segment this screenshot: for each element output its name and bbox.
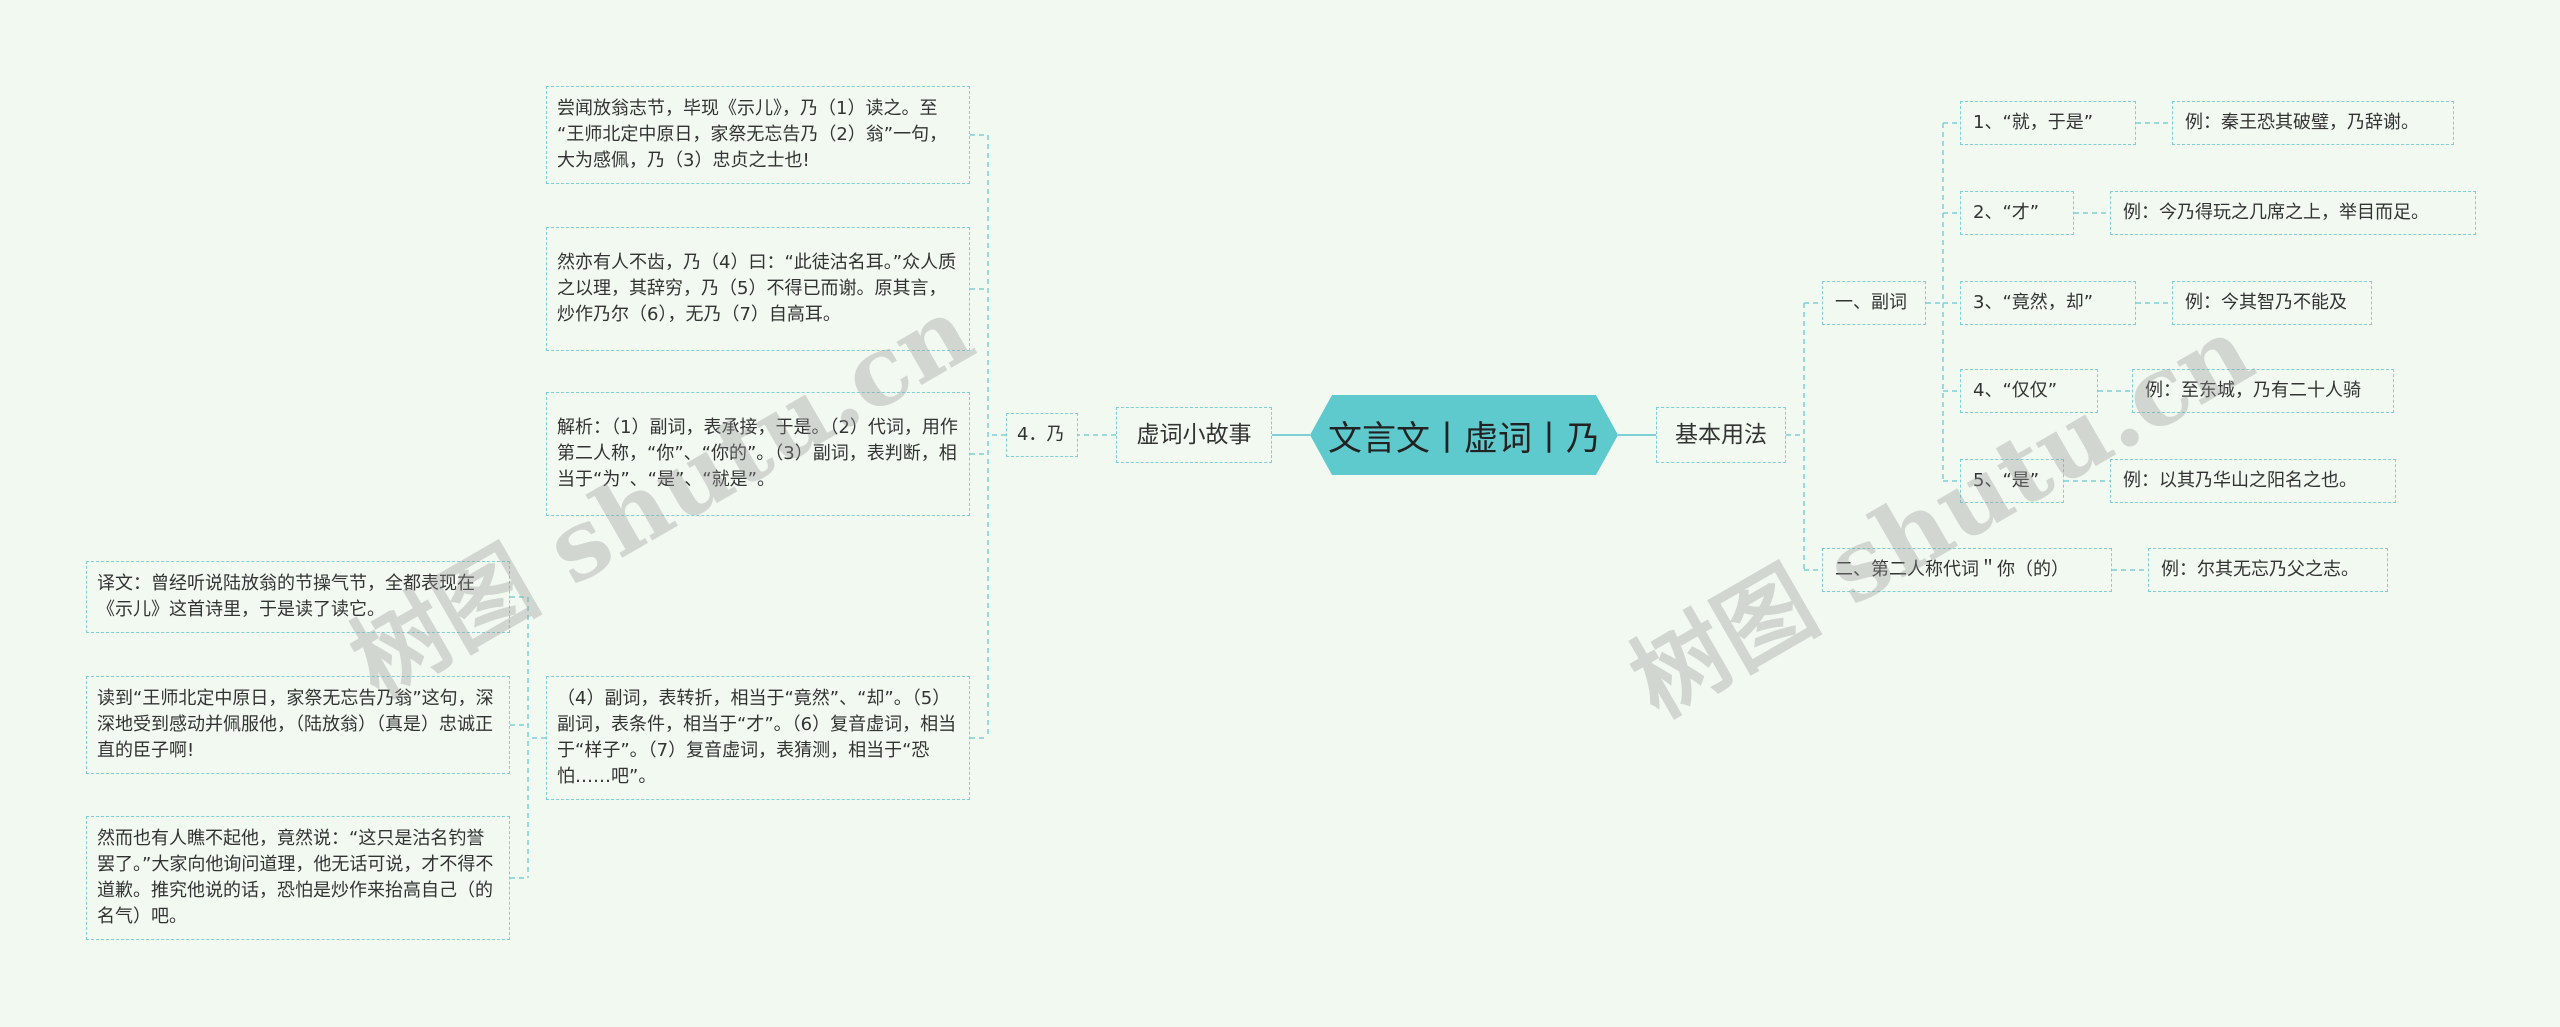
usage-item-3-label: 3、“竟然，却” <box>1973 292 2094 313</box>
story-text-2-label: 然亦有人不齿，乃（4）曰：“此徒沽名耳。”众人质之以理，其辞穷，乃（5）不得已而… <box>557 252 957 325</box>
mindmap-canvas: 文言文丨虚词丨乃 虚词小故事 4．乃 尝闻放翁志节，毕现《示儿》，乃（1）读之。… <box>0 0 2560 1027</box>
branch-usage-node[interactable]: 基本用法 <box>1656 407 1786 463</box>
translation-1-label: 译文：曾经听说陆放翁的节操气节，全都表现在《示儿》这首诗里，于是读了读它。 <box>97 573 475 620</box>
branch-usage-label: 基本用法 <box>1675 422 1767 448</box>
analysis-text-1-label: 解析：（1）副词，表承接，于是。（2）代词，用作第二人称，“你”、“你的”。（3… <box>557 417 958 490</box>
story-text-2[interactable]: 然亦有人不齿，乃（4）曰：“此徒沽名耳。”众人质之以理，其辞穷，乃（5）不得已而… <box>546 227 970 351</box>
usage-example-1[interactable]: 例：秦王恐其破璧，乃辞谢。 <box>2172 101 2454 145</box>
cat-adverb-node[interactable]: 一、副词 <box>1822 281 1926 325</box>
root-node[interactable]: 文言文丨虚词丨乃 <box>1310 395 1618 475</box>
usage-example-4[interactable]: 例：至东城，乃有二十人骑 <box>2132 369 2394 413</box>
usage-item-5[interactable]: 5、“是” <box>1960 459 2064 503</box>
translation-3[interactable]: 然而也有人瞧不起他，竟然说：“这只是沽名钓誉罢了。”大家向他询问道理，他无话可说… <box>86 816 510 940</box>
usage-item-4[interactable]: 4、“仅仅” <box>1960 369 2098 413</box>
usage-item-1-label: 1、“就，于是” <box>1973 112 2094 133</box>
usage-example-5-label: 例：以其乃华山之阳名之也。 <box>2123 470 2357 491</box>
usage-example-3-label: 例：今其智乃不能及 <box>2185 292 2347 313</box>
usage-item-5-label: 5、“是” <box>1973 470 2040 491</box>
branch-story-node[interactable]: 虚词小故事 <box>1116 407 1272 463</box>
translation-2[interactable]: 读到“王师北定中原日，家祭无忘告乃翁”这句，深深地受到感动并佩服他，（陆放翁）（… <box>86 676 510 774</box>
usage-example-1-label: 例：秦王恐其破璧，乃辞谢。 <box>2185 112 2419 133</box>
cat-adverb-label: 一、副词 <box>1835 292 1907 313</box>
branch-story-label: 虚词小故事 <box>1136 422 1252 448</box>
pronoun-example-label: 例：尔其无忘乃父之志。 <box>2161 559 2359 580</box>
usage-example-2[interactable]: 例：今乃得玩之几席之上，举目而足。 <box>2110 191 2476 235</box>
usage-item-1[interactable]: 1、“就，于是” <box>1960 101 2136 145</box>
usage-example-4-label: 例：至东城，乃有二十人骑 <box>2145 380 2361 401</box>
analysis-text-2[interactable]: （4）副词，表转折，相当于“竟然”、“却”。（5）副词，表条件，相当于“才”。（… <box>546 676 970 800</box>
usage-example-2-label: 例：今乃得玩之几席之上，举目而足。 <box>2123 202 2429 223</box>
root-label: 文言文丨虚词丨乃 <box>1328 418 1600 459</box>
usage-example-3[interactable]: 例：今其智乃不能及 <box>2172 281 2372 325</box>
translation-3-label: 然而也有人瞧不起他，竟然说：“这只是沽名钓誉罢了。”大家向他询问道理，他无话可说… <box>97 828 494 927</box>
usage-item-3[interactable]: 3、“竟然，却” <box>1960 281 2136 325</box>
translation-1[interactable]: 译文：曾经听说陆放翁的节操气节，全都表现在《示儿》这首诗里，于是读了读它。 <box>86 561 510 633</box>
story-text-1[interactable]: 尝闻放翁志节，毕现《示儿》，乃（1）读之。至 “王师北定中原日，家祭无忘告乃（2… <box>546 86 970 184</box>
usage-item-2[interactable]: 2、“才” <box>1960 191 2074 235</box>
sub-nai-node[interactable]: 4．乃 <box>1006 413 1078 457</box>
usage-item-2-label: 2、“才” <box>1973 202 2040 223</box>
usage-example-5[interactable]: 例：以其乃华山之阳名之也。 <box>2110 459 2396 503</box>
pronoun-example[interactable]: 例：尔其无忘乃父之志。 <box>2148 548 2388 592</box>
usage-item-4-label: 4、“仅仅” <box>1973 380 2058 401</box>
cat-pronoun-label: 二、第二人称代词＂你（的） <box>1835 559 2069 580</box>
translation-2-label: 读到“王师北定中原日，家祭无忘告乃翁”这句，深深地受到感动并佩服他，（陆放翁）（… <box>97 688 494 761</box>
analysis-text-2-label: （4）副词，表转折，相当于“竟然”、“却”。（5）副词，表条件，相当于“才”。（… <box>557 688 957 787</box>
analysis-text-1[interactable]: 解析：（1）副词，表承接，于是。（2）代词，用作第二人称，“你”、“你的”。（3… <box>546 392 970 516</box>
cat-pronoun-node[interactable]: 二、第二人称代词＂你（的） <box>1822 548 2112 592</box>
story-text-1-label: 尝闻放翁志节，毕现《示儿》，乃（1）读之。至 “王师北定中原日，家祭无忘告乃（2… <box>557 98 948 171</box>
sub-nai-label: 4．乃 <box>1017 424 1065 445</box>
